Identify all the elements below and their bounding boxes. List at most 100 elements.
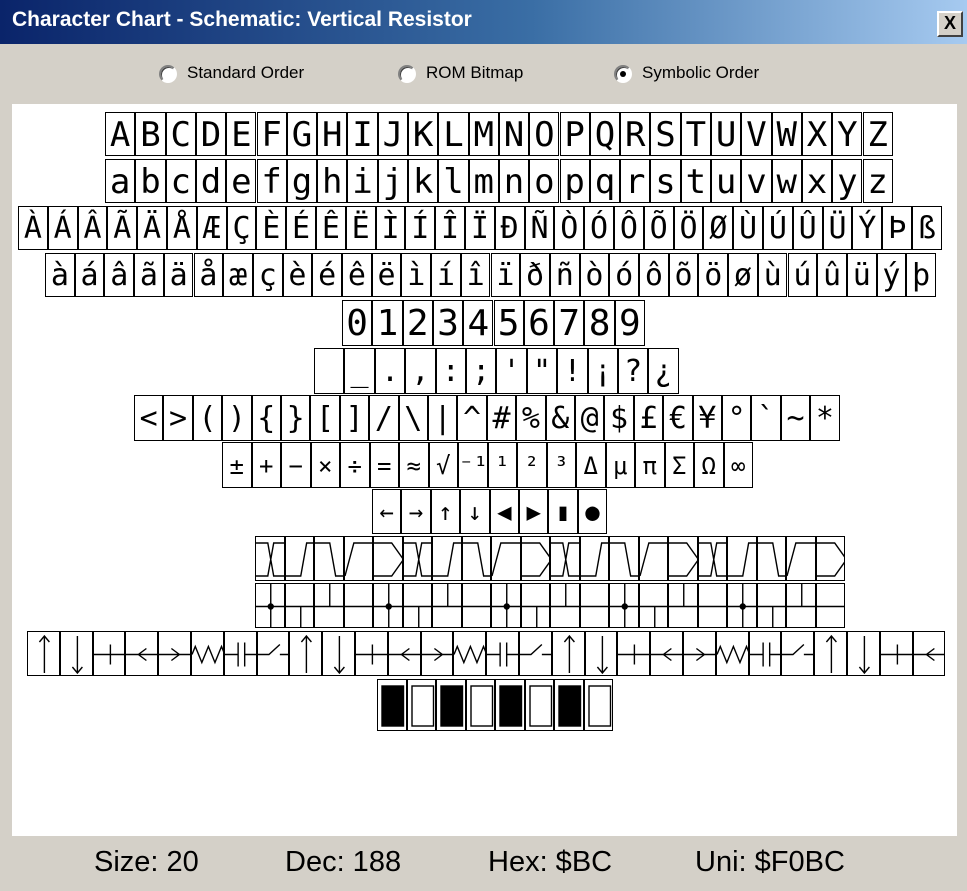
char-cell[interactable]: È [256,206,287,250]
char-cell[interactable]: z [862,159,893,203]
char-cell[interactable] [314,348,345,394]
char-cell[interactable]: ¿ [648,348,679,394]
char-cell[interactable]: < [134,395,164,441]
char-cell[interactable]: h [317,159,348,203]
char-cell[interactable] [495,679,525,731]
char-cell[interactable] [256,631,290,676]
char-cell[interactable] [461,536,491,581]
char-cell[interactable]: è [282,253,313,297]
char-cell[interactable]: & [545,395,575,441]
char-cell[interactable]: å [193,253,224,297]
char-cell[interactable] [879,631,913,676]
char-cell[interactable]: N [498,112,530,156]
char-cell[interactable]: d [195,159,227,203]
char-cell[interactable]: ≈ [399,442,429,488]
char-cell[interactable]: É [286,206,316,250]
char-cell[interactable] [453,631,487,676]
char-cell[interactable]: × [310,442,340,488]
char-cell[interactable] [550,583,580,628]
char-cell[interactable] [650,631,683,676]
char-cell[interactable]: ± [222,442,252,488]
char-cell[interactable]: * [810,395,840,441]
char-cell[interactable]: 2 [402,300,433,346]
char-cell[interactable] [638,583,668,628]
char-cell[interactable]: − [281,442,311,488]
char-cell[interactable]: X [801,112,833,156]
char-cell[interactable]: b [135,159,166,203]
char-cell[interactable]: ì [401,253,432,297]
char-cell[interactable]: Z [862,112,893,156]
char-cell[interactable]: ü [846,253,877,297]
char-cell[interactable] [786,583,816,628]
char-cell[interactable]: √ [428,442,458,488]
char-cell[interactable]: s [650,159,681,203]
char-cell[interactable]: ? [618,348,649,394]
char-cell[interactable]: Á [47,206,78,250]
char-cell[interactable]: r [620,159,651,203]
char-cell[interactable]: é [312,253,342,297]
char-cell[interactable] [314,536,344,581]
char-cell[interactable]: o [529,159,560,203]
radio-button-standard-icon[interactable] [159,64,177,83]
char-cell[interactable]: Ä [137,206,167,250]
radio-symbolic-order[interactable]: Symbolic Order [614,63,759,87]
char-cell[interactable]: Ì [375,206,406,250]
char-cell[interactable]: ¡ [587,348,618,394]
char-cell[interactable]: ß [912,206,942,250]
char-cell[interactable] [125,631,159,676]
char-cell[interactable] [289,631,323,676]
char-cell[interactable]: Đ [494,206,525,250]
char-cell[interactable]: ¥ [692,395,722,441]
char-cell[interactable]: Ò [554,206,585,250]
char-cell[interactable] [554,679,584,731]
char-cell[interactable]: þ [906,253,936,297]
char-cell[interactable]: # [486,395,517,441]
char-cell[interactable]: 1 [372,300,403,346]
char-cell[interactable]: û [817,253,847,297]
char-cell[interactable] [609,536,639,581]
char-cell[interactable]: ~ [780,395,811,441]
char-cell[interactable] [815,536,845,581]
char-cell[interactable]: → [401,489,431,534]
char-cell[interactable] [59,631,93,676]
char-cell[interactable]: , [405,348,436,394]
char-cell[interactable]: m [468,159,499,203]
char-cell[interactable]: Å [167,206,197,250]
char-cell[interactable]: Þ [882,206,912,250]
char-cell[interactable]: ë [371,253,402,297]
char-cell[interactable]: V [741,112,772,156]
char-cell[interactable] [420,631,454,676]
char-cell[interactable]: u [711,159,742,203]
char-cell[interactable]: R [620,112,651,156]
char-cell[interactable]: Ö [673,206,704,250]
char-cell[interactable] [436,679,466,731]
char-cell[interactable]: t [680,159,711,203]
char-cell[interactable]: ù [757,253,788,297]
char-cell[interactable]: . [374,348,406,394]
char-cell[interactable] [815,583,845,628]
char-cell[interactable]: Ù [733,206,763,250]
char-cell[interactable]: ñ [549,253,580,297]
char-cell[interactable]: v [741,159,772,203]
char-cell[interactable]: ê [342,253,372,297]
char-cell[interactable]: 7 [554,300,585,346]
char-cell[interactable]: ø [728,253,758,297]
char-cell[interactable]: Ø [703,206,734,250]
char-cell[interactable] [786,536,816,581]
char-cell[interactable]: À [18,206,48,250]
char-cell[interactable]: U [711,112,742,156]
char-cell[interactable]: 9 [614,300,645,346]
char-cell[interactable]: E [226,112,257,156]
char-cell[interactable]: 6 [523,300,555,346]
char-cell[interactable]: ▶ [519,489,549,534]
char-cell[interactable]: g [286,159,318,203]
radio-standard-order[interactable]: Standard Order [159,63,304,87]
char-cell[interactable]: ● [577,489,608,534]
char-cell[interactable]: ö [698,253,729,297]
char-cell[interactable]: ó [609,253,639,297]
char-cell[interactable]: Ê [316,206,346,250]
char-cell[interactable] [609,583,639,628]
char-cell[interactable]: M [468,112,499,156]
char-cell[interactable] [387,631,421,676]
char-cell[interactable]: ▮ [548,489,578,534]
